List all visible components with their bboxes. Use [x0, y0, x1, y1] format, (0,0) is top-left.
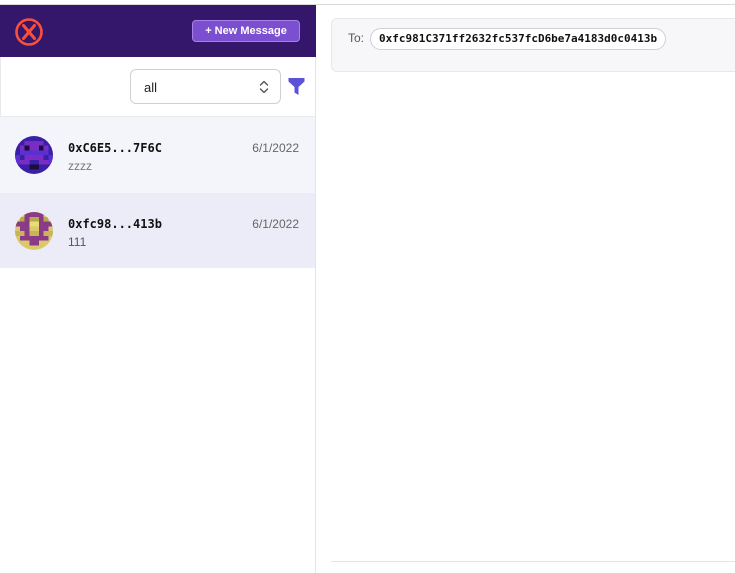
avatar	[15, 212, 53, 250]
filter-funnel-icon[interactable]	[288, 77, 305, 96]
conversation-filter-select[interactable]: all	[130, 69, 281, 104]
app-window: + New Message all 0xC6E5...7F6C zzzz 6/1…	[0, 0, 735, 573]
recipient-bar: To: 0xfc981C371ff2632fc537fcD6be7a4183d0…	[331, 18, 735, 72]
message-panel: To: 0xfc981C371ff2632fc537fcD6be7a4183d0…	[317, 5, 735, 573]
filter-selected-value: all	[144, 80, 158, 95]
avatar	[15, 136, 53, 174]
conversation-list: 0xC6E5...7F6C zzzz 6/1/2022 0xfc98...413…	[0, 117, 316, 268]
sidebar: + New Message all 0xC6E5...7F6C zzzz 6/1…	[0, 5, 316, 573]
new-message-button[interactable]: + New Message	[192, 20, 300, 42]
conversation-item[interactable]: 0xfc98...413b 111 6/1/2022	[0, 193, 315, 268]
xmtp-logo-icon[interactable]	[14, 17, 44, 47]
conversation-preview: 111	[68, 235, 87, 249]
to-label: To:	[348, 31, 365, 45]
conversation-address: 0xfc98...413b	[68, 217, 162, 231]
sidebar-header: + New Message	[0, 5, 316, 57]
conversation-preview: zzzz	[68, 159, 92, 173]
chevron-updown-icon	[259, 80, 269, 94]
filter-bar: all	[0, 57, 316, 117]
conversation-date: 6/1/2022	[252, 141, 299, 155]
conversation-address: 0xC6E5...7F6C	[68, 141, 162, 155]
recipient-address-chip[interactable]: 0xfc981C371ff2632fc537fcD6be7a4183d0c041…	[370, 28, 667, 50]
conversation-item[interactable]: 0xC6E5...7F6C zzzz 6/1/2022	[0, 117, 315, 193]
conversation-date: 6/1/2022	[252, 217, 299, 231]
composer-divider	[331, 561, 735, 562]
